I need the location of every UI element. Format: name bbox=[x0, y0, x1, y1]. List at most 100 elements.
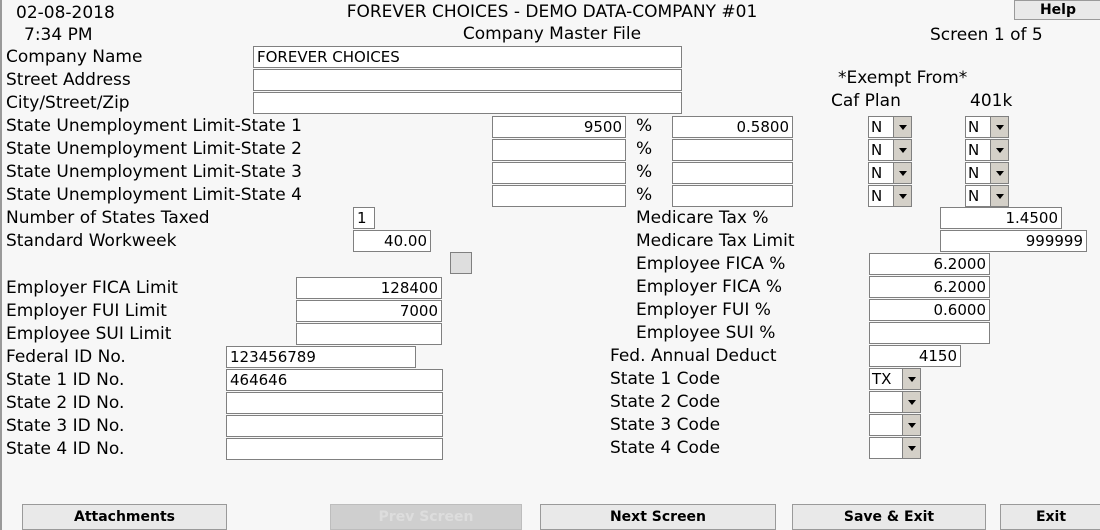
state-1-code-dropdown[interactable]: TX bbox=[869, 368, 921, 390]
state-4-id-label: State 4 ID No. bbox=[6, 439, 125, 459]
401k-exempt-2-value: N bbox=[965, 139, 991, 161]
medicare-tax-pct-label: Medicare Tax % bbox=[636, 208, 769, 228]
chevron-down-icon[interactable] bbox=[903, 414, 921, 436]
medicare-tax-pct-input[interactable]: 1.4500 bbox=[940, 207, 1062, 229]
sui-limit-state-2-input[interactable] bbox=[492, 139, 626, 161]
employer-fui-pct-label: Employer FUI % bbox=[636, 300, 771, 320]
employee-fica-pct-label: Employee FICA % bbox=[636, 254, 786, 274]
city-state-zip-input[interactable] bbox=[253, 92, 682, 114]
standard-workweek-input[interactable]: 40.00 bbox=[353, 230, 431, 252]
state-2-id-label: State 2 ID No. bbox=[6, 393, 125, 413]
state-4-code-dropdown[interactable] bbox=[869, 437, 921, 459]
save-and-exit-button[interactable]: Save & Exit bbox=[792, 504, 986, 530]
medicare-tax-limit-label: Medicare Tax Limit bbox=[636, 231, 795, 251]
exempt-caf-plan-header: Caf Plan bbox=[831, 91, 901, 111]
employer-fica-pct-label: Employer FICA % bbox=[636, 277, 782, 297]
sui-limit-state-4-input[interactable] bbox=[492, 185, 626, 207]
state-2-id-input[interactable] bbox=[226, 392, 443, 414]
caf-plan-exempt-2[interactable]: N bbox=[868, 139, 912, 161]
state-4-code-value bbox=[869, 437, 903, 459]
chevron-down-icon[interactable] bbox=[991, 185, 1009, 207]
screen-indicator: Screen 1 of 5 bbox=[930, 25, 1043, 45]
401k-exempt-4-value: N bbox=[965, 185, 991, 207]
caf-plan-exempt-3[interactable]: N bbox=[868, 162, 912, 184]
attachments-button[interactable]: Attachments bbox=[22, 504, 227, 530]
federal-id-input[interactable]: 123456789 bbox=[226, 346, 416, 368]
sui-limit-state-2-label: State Unemployment Limit-State 2 bbox=[6, 139, 302, 159]
401k-exempt-3[interactable]: N bbox=[965, 162, 1009, 184]
sui-percent-state-3-input[interactable] bbox=[672, 162, 793, 184]
chevron-down-icon[interactable] bbox=[894, 162, 912, 184]
state-3-id-input[interactable] bbox=[226, 415, 443, 437]
chevron-down-icon[interactable] bbox=[894, 116, 912, 138]
employer-fui-pct-input[interactable]: 0.6000 bbox=[869, 299, 990, 321]
employee-sui-limit-label: Employee SUI Limit bbox=[6, 324, 172, 344]
street-address-label: Street Address bbox=[6, 70, 131, 90]
401k-exempt-1[interactable]: N bbox=[965, 116, 1009, 138]
medicare-tax-limit-input[interactable]: 999999 bbox=[940, 230, 1087, 252]
sui-percent-symbol-3: % bbox=[636, 162, 653, 182]
state-3-id-label: State 3 ID No. bbox=[6, 416, 125, 436]
caf-plan-exempt-1-value: N bbox=[868, 116, 894, 138]
chevron-down-icon[interactable] bbox=[903, 368, 921, 390]
sui-limit-state-1-input[interactable]: 9500 bbox=[492, 116, 626, 138]
next-screen-button[interactable]: Next Screen bbox=[540, 504, 776, 530]
fed-annual-deduct-label: Fed. Annual Deduct bbox=[610, 346, 777, 366]
state-2-code-dropdown[interactable] bbox=[869, 391, 921, 413]
exempt-from-heading: *Exempt From* bbox=[838, 68, 968, 88]
federal-id-label: Federal ID No. bbox=[6, 347, 126, 367]
company-name-label: Company Name bbox=[6, 47, 143, 67]
page-subtitle: Company Master File bbox=[462, 24, 642, 44]
chevron-down-icon[interactable] bbox=[991, 139, 1009, 161]
standard-workweek-label: Standard Workweek bbox=[6, 231, 177, 251]
sui-limit-state-3-label: State Unemployment Limit-State 3 bbox=[6, 162, 302, 182]
chevron-down-icon[interactable] bbox=[894, 139, 912, 161]
caf-plan-exempt-4[interactable]: N bbox=[868, 185, 912, 207]
employer-fica-pct-input[interactable]: 6.2000 bbox=[869, 276, 990, 298]
sui-limit-state-1-label: State Unemployment Limit-State 1 bbox=[6, 116, 302, 136]
sui-limit-state-4-label: State Unemployment Limit-State 4 bbox=[6, 185, 302, 205]
employee-fica-pct-input[interactable]: 6.2000 bbox=[869, 253, 990, 275]
number-of-states-taxed-label: Number of States Taxed bbox=[6, 208, 210, 228]
employer-fui-limit-input[interactable]: 7000 bbox=[296, 300, 442, 322]
caf-plan-exempt-4-value: N bbox=[868, 185, 894, 207]
help-button[interactable]: Help bbox=[1014, 0, 1100, 20]
employee-sui-pct-label: Employee SUI % bbox=[636, 323, 776, 343]
chevron-down-icon[interactable] bbox=[991, 116, 1009, 138]
exempt-401k-header: 401k bbox=[970, 91, 1013, 111]
chevron-down-icon[interactable] bbox=[903, 391, 921, 413]
sui-percent-state-4-input[interactable] bbox=[672, 185, 793, 207]
number-of-states-taxed-input[interactable]: 1 bbox=[353, 207, 375, 229]
fed-annual-deduct-input[interactable]: 4150 bbox=[869, 345, 961, 367]
401k-exempt-3-value: N bbox=[965, 162, 991, 184]
employee-sui-limit-input[interactable] bbox=[296, 323, 442, 345]
sui-percent-symbol-4: % bbox=[636, 185, 653, 205]
chevron-down-icon[interactable] bbox=[991, 162, 1009, 184]
company-name-input[interactable]: FOREVER CHOICES bbox=[253, 46, 682, 68]
state-3-code-dropdown[interactable] bbox=[869, 414, 921, 436]
employer-fica-limit-label: Employer FICA Limit bbox=[6, 278, 178, 298]
sui-percent-state-2-input[interactable] bbox=[672, 139, 793, 161]
caf-plan-exempt-2-value: N bbox=[868, 139, 894, 161]
sui-limit-state-3-input[interactable] bbox=[492, 162, 626, 184]
employee-sui-pct-input[interactable] bbox=[869, 322, 990, 344]
caf-plan-exempt-1[interactable]: N bbox=[868, 116, 912, 138]
prev-screen-button: Prev Screen bbox=[330, 504, 522, 530]
lookup-square-button[interactable] bbox=[450, 252, 472, 274]
street-address-input[interactable] bbox=[253, 69, 682, 91]
chevron-down-icon[interactable] bbox=[903, 437, 921, 459]
exit-button[interactable]: Exit bbox=[1000, 504, 1100, 530]
state-1-id-label: State 1 ID No. bbox=[6, 370, 125, 390]
state-1-code-value: TX bbox=[869, 368, 903, 390]
city-state-zip-label: City/Street/Zip bbox=[6, 93, 130, 113]
employer-fica-limit-input[interactable]: 128400 bbox=[296, 277, 442, 299]
chevron-down-icon[interactable] bbox=[894, 185, 912, 207]
employer-fui-limit-label: Employer FUI Limit bbox=[6, 301, 167, 321]
state-4-id-input[interactable] bbox=[226, 438, 443, 460]
401k-exempt-4[interactable]: N bbox=[965, 185, 1009, 207]
state-3-code-value bbox=[869, 414, 903, 436]
state-1-id-input[interactable]: 464646 bbox=[226, 369, 443, 391]
401k-exempt-2[interactable]: N bbox=[965, 139, 1009, 161]
current-time: 7:34 PM bbox=[24, 25, 93, 45]
sui-percent-state-1-input[interactable]: 0.5800 bbox=[672, 116, 793, 138]
